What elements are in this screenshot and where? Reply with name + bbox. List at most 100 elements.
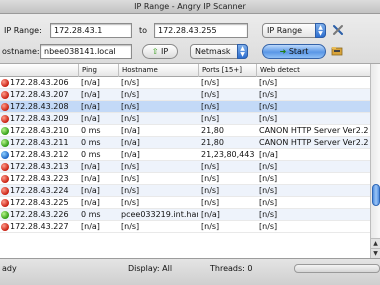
web-detect-cell: [n/s] [259, 210, 278, 219]
table-body: 172.28.43.206 [n/a] [n/s] [n/s] [n/s] 172.28.… [0, 77, 370, 233]
ip-button[interactable]: ⇧ IP [142, 44, 178, 59]
hostname-cell: [n/s] [121, 222, 140, 231]
ping-cell: [n/a] [81, 198, 100, 207]
ip-cell: 172.28.43.223 [10, 174, 69, 183]
web-detect-cell: [n/a] [259, 150, 278, 159]
web-detect-cell: [n/s] [259, 198, 278, 207]
select-arrows-icon: ▲ ▼ [237, 44, 248, 59]
ports-cell: [n/s] [201, 78, 220, 87]
web-detect-cell: CANON HTTP Server Ver2.2 [259, 126, 369, 135]
status-dead-icon [1, 223, 9, 231]
hostname-cell: [n/s] [121, 90, 140, 99]
arrow-right-icon: ➜ [279, 47, 287, 56]
end-ip-input[interactable]: 172.28.43.255 [154, 23, 248, 38]
table-row[interactable]: 172.28.43.213 [n/a] [n/s] [n/s] [n/s] [0, 161, 370, 173]
web-detect-cell: [n/s] [259, 162, 278, 171]
table-row[interactable]: 172.28.43.226 0 ms pcee033219.int.han [n/a]… [0, 209, 370, 221]
select-arrows-icon: ▲ ▼ [315, 23, 326, 38]
hostname-input[interactable]: nbee038141.local [40, 44, 132, 59]
table-row[interactable]: 172.28.43.207 [n/a] [n/s] [n/s] [n/s] [0, 89, 370, 101]
web-detect-cell: [n/s] [259, 222, 278, 231]
ports-cell: [n/s] [201, 198, 220, 207]
web-detect-cell: [n/s] [259, 78, 278, 87]
status-alive-icon [1, 139, 9, 147]
start-ip-input[interactable]: 172.28.43.1 [50, 23, 132, 38]
hostname-cell: [n/s] [121, 198, 140, 207]
table-row[interactable]: 172.28.43.210 0 ms [n/a] 21,80 CANON HTTP Se… [0, 125, 370, 137]
table-row[interactable]: 172.28.43.227 [n/a] [n/s] [n/s] [n/s] [0, 221, 370, 233]
web-detect-cell: CANON HTTP Server Ver2.2 [259, 138, 369, 147]
results-table[interactable]: Ping Hostname Ports [15+] Web detect 172… [0, 64, 380, 258]
hostname-cell: [n/a] [121, 126, 140, 135]
hostname-cell: [n/a] [121, 138, 140, 147]
ping-cell: [n/a] [81, 78, 100, 87]
status-dead-icon [1, 187, 9, 195]
column-header-hostname[interactable]: Hostname [118, 64, 198, 77]
table-row[interactable]: 172.28.43.224 [n/a] [n/s] [n/s] [n/s] [0, 185, 370, 197]
table-header: Ping Hostname Ports [15+] Web detect [0, 64, 370, 77]
threads-status: Threads: 0 [210, 264, 253, 273]
ip-cell: 172.28.43.206 [10, 78, 69, 87]
table-row[interactable]: 172.28.43.208 [n/a] [n/s] [n/s] [n/s] [0, 101, 370, 113]
ports-cell: [n/s] [201, 162, 220, 171]
ip-cell: 172.28.43.225 [10, 198, 69, 207]
ip-cell: 172.28.43.213 [10, 162, 69, 171]
ping-cell: 0 ms [81, 126, 101, 135]
table-row[interactable]: 172.28.43.225 [n/a] [n/s] [n/s] [n/s] [0, 197, 370, 209]
table-row[interactable]: 172.28.43.209 [n/a] [n/s] [n/s] [n/s] [0, 113, 370, 125]
table-row[interactable]: 172.28.43.223 [n/a] [n/s] [n/s] [n/s] [0, 173, 370, 185]
web-detect-cell: [n/s] [259, 186, 278, 195]
web-detect-cell: [n/s] [259, 114, 278, 123]
ping-cell: [n/a] [81, 162, 100, 171]
ports-cell: [n/s] [201, 114, 220, 123]
status-alive-icon [1, 211, 9, 219]
hostname-cell: [n/s] [121, 186, 140, 195]
ports-cell: [n/s] [201, 222, 220, 231]
column-header-ports[interactable]: Ports [15+] [198, 64, 256, 77]
feeder-select[interactable]: IP Range ▲ ▼ [262, 23, 326, 38]
scroll-up-arrow-icon[interactable]: ▲ [371, 238, 380, 248]
table-row[interactable]: 172.28.43.212 0 ms [n/a] 21,23,80,443 [n/a] [0, 149, 370, 161]
table-row[interactable]: 172.28.43.211 0 ms [n/a] 21,80 CANON HTTP Se… [0, 137, 370, 149]
ping-cell: [n/a] [81, 222, 100, 231]
ports-cell: 21,80 [201, 138, 224, 147]
table-row[interactable]: 172.28.43.206 [n/a] [n/s] [n/s] [n/s] [0, 77, 370, 89]
scrollbar-thumb[interactable] [372, 184, 380, 206]
ping-cell: [n/a] [81, 186, 100, 195]
ip-cell: 172.28.43.211 [10, 138, 69, 147]
hostname-cell: [n/s] [121, 78, 140, 87]
hostname-cell: [n/s] [121, 102, 140, 111]
display-filter-status[interactable]: Display: All [128, 263, 172, 275]
web-detect-cell: [n/s] [259, 90, 278, 99]
ip-cell: 172.28.43.212 [10, 150, 69, 159]
window-title-bar[interactable]: IP Range - Angry IP Scanner [0, 0, 380, 14]
status-bar: ady Display: All Threads: 0 [0, 258, 380, 285]
netmask-select[interactable]: Netmask ▲ ▼ [190, 44, 248, 59]
ports-cell: [n/s] [201, 186, 220, 195]
up-arrow-icon: ⇧ [151, 47, 159, 56]
hostname-cell: [n/s] [121, 174, 140, 183]
status-dead-icon [1, 175, 9, 183]
hostname-cell: [n/s] [121, 114, 140, 123]
ping-cell: 0 ms [81, 138, 101, 147]
wrench-screwdriver-icon[interactable] [332, 24, 344, 36]
ports-cell: [n/s] [201, 102, 220, 111]
column-header-ping[interactable]: Ping [78, 64, 118, 77]
toolbar: IP Range: 172.28.43.1 to 172.28.43.255 I… [0, 14, 380, 64]
ip-cell: 172.28.43.224 [10, 186, 69, 195]
column-header-web-detect[interactable]: Web detect [256, 64, 370, 77]
ip-cell: 172.28.43.210 [10, 126, 69, 135]
start-button[interactable]: ➜ Start [262, 44, 326, 59]
scroll-down-arrow-icon[interactable]: ▼ [371, 248, 380, 258]
ip-cell: 172.28.43.207 [10, 90, 69, 99]
status-text: ady [2, 264, 17, 273]
folder-icon[interactable] [331, 45, 343, 57]
window-title: IP Range - Angry IP Scanner [134, 2, 246, 11]
ping-cell: [n/a] [81, 114, 100, 123]
ping-cell: [n/a] [81, 174, 100, 183]
status-dead-icon [1, 163, 9, 171]
hostname-cell: pcee033219.int.han [121, 210, 198, 219]
status-alive-icon [1, 127, 9, 135]
vertical-scrollbar[interactable]: ▲ ▼ [370, 64, 380, 258]
web-detect-cell: [n/s] [259, 174, 278, 183]
